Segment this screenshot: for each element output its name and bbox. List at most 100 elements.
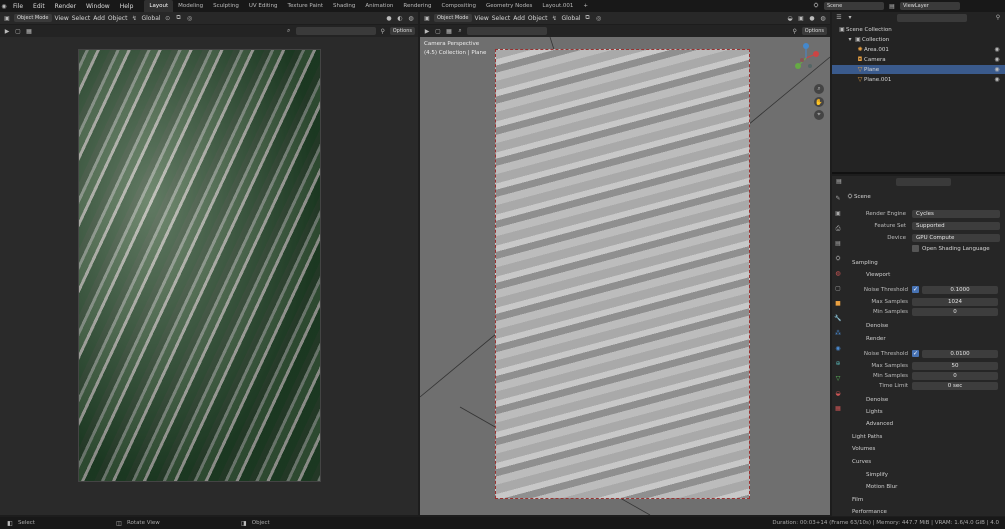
vp-noise-threshold-checkbox[interactable]: ✓: [912, 286, 919, 293]
mode-dropdown[interactable]: Object Mode: [434, 14, 472, 22]
search-field[interactable]: [467, 27, 547, 35]
tab-animation[interactable]: Animation: [360, 0, 398, 12]
tab-layout-001[interactable]: Layout.001: [537, 0, 578, 12]
r-min-samples-field[interactable]: 0: [912, 372, 998, 380]
viewport-shading-solid-icon[interactable]: ●: [808, 14, 816, 22]
scene-collection-row[interactable]: ▣ Scene Collection: [838, 25, 892, 34]
zoom-icon[interactable]: ⌕: [814, 84, 824, 94]
editor-type-icon[interactable]: ▣: [3, 14, 11, 22]
add-menu[interactable]: Add: [513, 15, 525, 22]
render-tab-icon[interactable]: ▣: [834, 210, 842, 218]
data-tab-icon[interactable]: ▽: [834, 375, 842, 383]
viewport-shading-solid-icon[interactable]: ●: [385, 14, 393, 22]
add-workspace-icon[interactable]: +: [578, 0, 593, 12]
collection-row[interactable]: ▾ ▣ Collection: [846, 35, 889, 44]
tab-geometry-nodes[interactable]: Geometry Nodes: [481, 0, 537, 12]
viewport-subsection[interactable]: Viewport: [866, 272, 890, 278]
viewport-shading-material-icon[interactable]: ◐: [396, 14, 404, 22]
transform-orientation[interactable]: Global: [141, 15, 160, 22]
outliner-item-area001[interactable]: ✺ Area.001 ◉: [856, 45, 1001, 54]
properties-search[interactable]: [896, 177, 951, 186]
render-engine-dropdown[interactable]: Cycles: [912, 210, 1000, 218]
output-tab-icon[interactable]: ⎙: [834, 225, 842, 233]
snap-icon[interactable]: ⧉: [584, 14, 592, 22]
time-limit-field[interactable]: 0 sec: [912, 382, 998, 390]
sampling-section[interactable]: Sampling: [852, 260, 878, 266]
select-box-icon[interactable]: ▢: [14, 27, 22, 35]
options-dropdown[interactable]: Options: [801, 27, 827, 35]
mode-dropdown[interactable]: Object Mode: [14, 14, 52, 22]
tab-modeling[interactable]: Modeling: [173, 0, 208, 12]
vp-denoise-subsection[interactable]: Denoise: [866, 323, 888, 329]
xray-icon[interactable]: ▣: [797, 14, 805, 22]
advanced-subsection[interactable]: Advanced: [866, 421, 893, 427]
menu-file[interactable]: File: [8, 3, 28, 10]
select-box-icon[interactable]: ▢: [434, 27, 442, 35]
collapse-arrow-icon[interactable]: ▾: [846, 36, 854, 44]
camera-view-icon[interactable]: ⌖: [814, 110, 824, 120]
visibility-eye-icon[interactable]: ◉: [993, 76, 1001, 84]
proportional-edit-icon[interactable]: ◎: [595, 14, 603, 22]
visibility-eye-icon[interactable]: ◉: [993, 46, 1001, 54]
collection-tab-icon[interactable]: ▢: [834, 285, 842, 293]
menu-window[interactable]: Window: [81, 3, 115, 10]
particles-tab-icon[interactable]: ⁂: [834, 330, 842, 338]
scene-tab-icon[interactable]: ⛭: [834, 255, 842, 263]
vp-max-samples-field[interactable]: 1024: [912, 298, 998, 306]
tab-texture-paint[interactable]: Texture Paint: [283, 0, 329, 12]
tab-shading[interactable]: Shading: [328, 0, 360, 12]
r-noise-threshold-checkbox[interactable]: ✓: [912, 350, 919, 357]
outliner-item-plane[interactable]: ▽ Plane ◉: [832, 65, 1005, 74]
editor-type-icon[interactable]: ▣: [423, 14, 431, 22]
outliner-editor-icon[interactable]: ☰: [835, 14, 843, 22]
add-menu[interactable]: Add: [93, 15, 105, 22]
device-dropdown[interactable]: GPU Compute: [912, 234, 1000, 242]
physics-tab-icon[interactable]: ◉: [834, 345, 842, 353]
view-layer-field[interactable]: ViewLayer: [900, 2, 960, 10]
film-section[interactable]: Film: [852, 497, 863, 503]
render-subsection[interactable]: Render: [866, 336, 886, 342]
viewport-shading-rendered-icon[interactable]: ◍: [407, 14, 415, 22]
osl-row[interactable]: Open Shading Language: [912, 244, 990, 253]
vp-noise-threshold-field[interactable]: 0.1000: [922, 286, 998, 294]
snap-icon[interactable]: ⧉: [175, 14, 183, 22]
tab-uv-editing[interactable]: UV Editing: [244, 0, 283, 12]
outliner-item-camera[interactable]: ◘ Camera ◉: [856, 55, 1001, 64]
viewport-shading-rendered-icon[interactable]: ◍: [819, 14, 827, 22]
object-tab-icon[interactable]: ■: [834, 300, 842, 308]
search-field[interactable]: [295, 27, 376, 35]
r-max-samples-field[interactable]: 50: [912, 362, 998, 370]
tab-layout[interactable]: Layout: [144, 0, 174, 12]
filter-icon[interactable]: ⚲: [791, 27, 799, 35]
select-mode-icon[interactable]: ▦: [25, 27, 33, 35]
world-tab-icon[interactable]: ◍: [834, 270, 842, 278]
select-menu[interactable]: Select: [72, 15, 91, 22]
vp-min-samples-field[interactable]: 0: [912, 308, 998, 316]
motion-blur-section[interactable]: Motion Blur: [866, 484, 897, 490]
feature-set-dropdown[interactable]: Supported: [912, 222, 1000, 230]
tab-rendering[interactable]: Rendering: [398, 0, 436, 12]
pan-hand-icon[interactable]: ✋: [814, 97, 824, 107]
view-menu[interactable]: View: [475, 15, 489, 22]
material-tab-icon[interactable]: ◒: [834, 390, 842, 398]
visibility-eye-icon[interactable]: ◉: [993, 66, 1001, 74]
tab-compositing[interactable]: Compositing: [437, 0, 481, 12]
osl-checkbox[interactable]: [912, 245, 919, 252]
curves-section[interactable]: Curves: [852, 459, 871, 465]
visibility-eye-icon[interactable]: ◉: [993, 56, 1001, 64]
menu-render[interactable]: Render: [50, 3, 81, 10]
properties-editor-icon[interactable]: ▤: [835, 178, 843, 186]
r-denoise-subsection[interactable]: Denoise: [866, 397, 888, 403]
proportional-edit-icon[interactable]: ◎: [186, 14, 194, 22]
select-mode-icon[interactable]: ▦: [445, 27, 453, 35]
volumes-section[interactable]: Volumes: [852, 446, 875, 452]
options-dropdown[interactable]: Options: [389, 27, 415, 35]
texture-tab-icon[interactable]: ▦: [834, 405, 842, 413]
render-region-icon[interactable]: ▶: [3, 27, 11, 35]
navigation-gizmo[interactable]: [790, 42, 822, 74]
transform-orientation[interactable]: Global: [561, 15, 580, 22]
object-menu[interactable]: Object: [528, 15, 548, 22]
search-icon[interactable]: ⌕: [456, 27, 464, 35]
search-icon[interactable]: ⌕: [285, 27, 293, 35]
performance-section[interactable]: Performance: [852, 509, 887, 515]
